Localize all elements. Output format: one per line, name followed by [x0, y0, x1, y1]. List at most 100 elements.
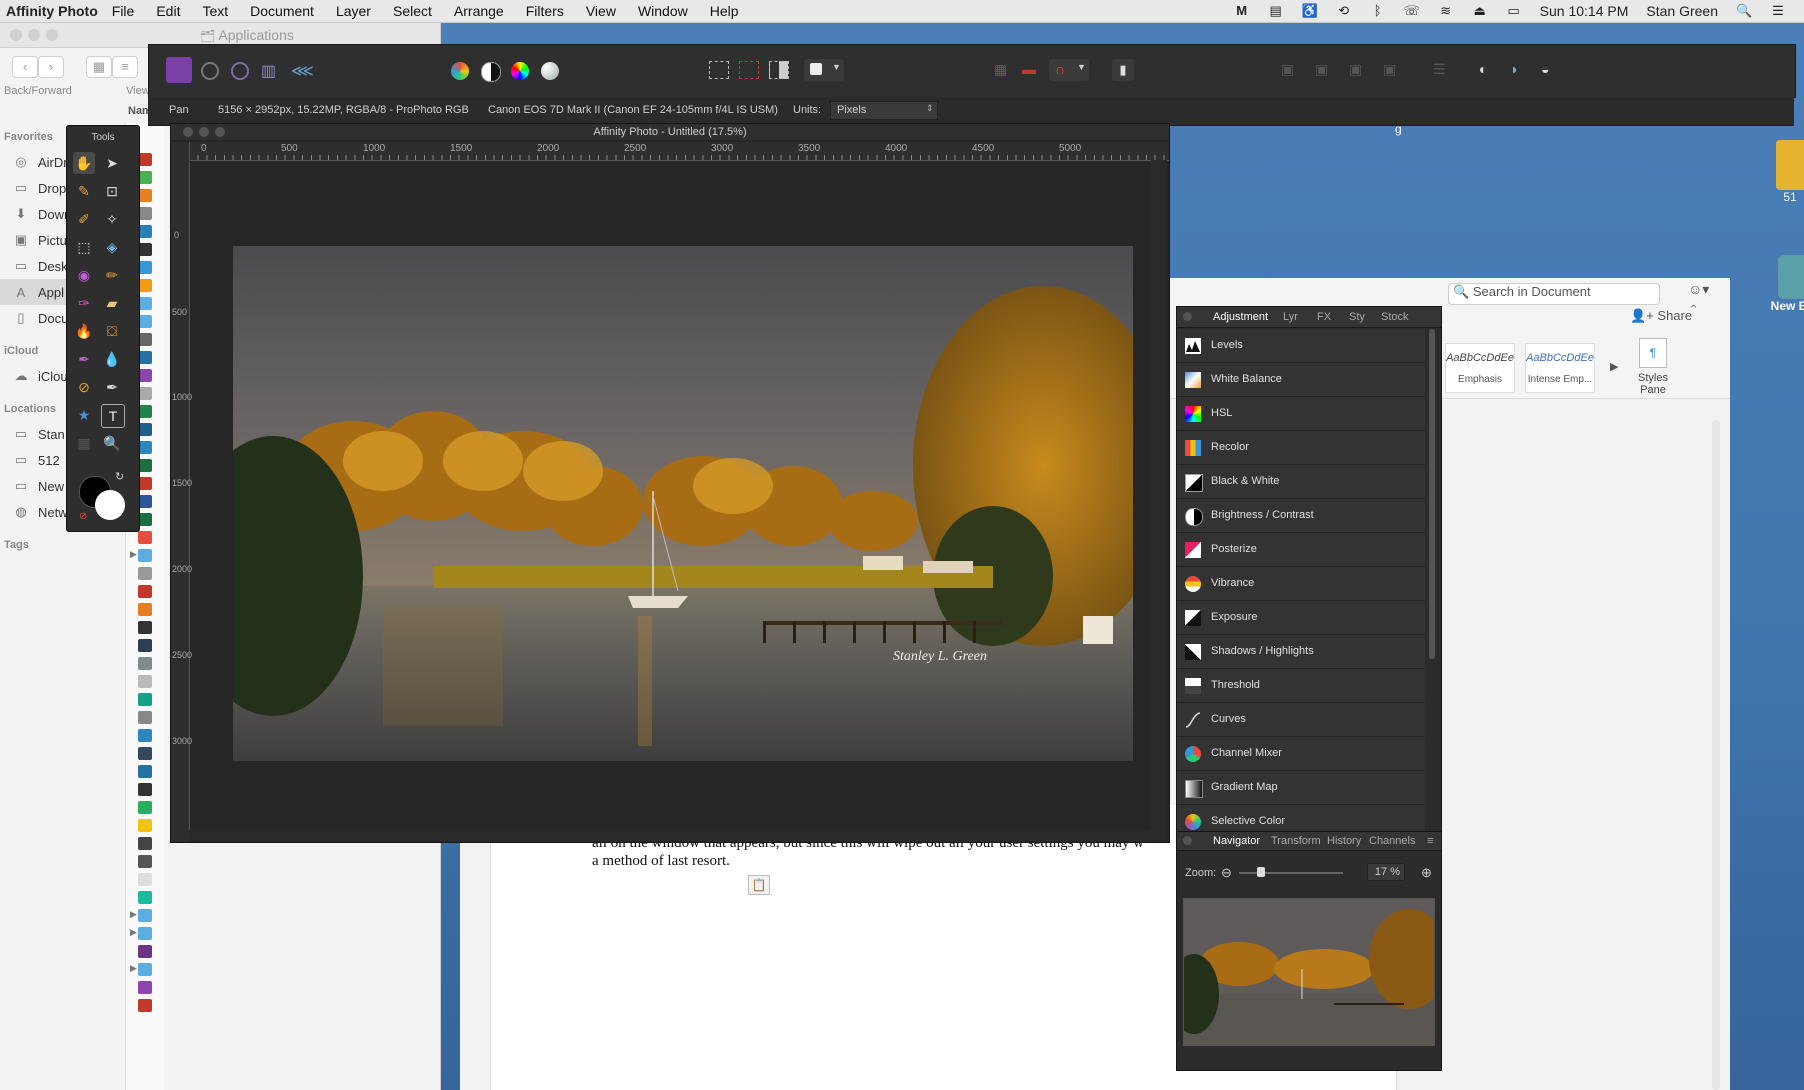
liquify-persona-icon[interactable] — [201, 62, 219, 80]
tab-history[interactable]: History — [1327, 835, 1361, 847]
tab-styles[interactable]: Sty — [1349, 311, 1365, 323]
navigator-preview[interactable] — [1183, 898, 1435, 1046]
adjustment-white-balance[interactable]: White Balance — [1177, 363, 1425, 397]
app-icon[interactable] — [138, 261, 152, 274]
arrange-back-icon[interactable]: ▣ — [1281, 61, 1294, 78]
adjustment-exposure[interactable]: Exposure — [1177, 601, 1425, 635]
mesh-warp-icon[interactable]: ▦ — [73, 432, 95, 454]
excel-icon[interactable] — [138, 459, 152, 472]
quick-mask-dropdown[interactable]: ▼ — [804, 59, 844, 81]
develop-persona-icon[interactable] — [231, 62, 249, 80]
photo-canvas[interactable]: Stanley L. Green — [233, 246, 1133, 761]
folder-icon[interactable] — [138, 927, 152, 940]
spotlight-search-icon[interactable]: 🔍 — [1736, 4, 1752, 18]
zoom-slider-thumb[interactable] — [1257, 867, 1265, 877]
boolean-add-icon[interactable]: ◐ — [1479, 61, 1487, 77]
assistant-icon[interactable]: ▮ — [1112, 59, 1134, 81]
adjustment-posterize[interactable]: Posterize — [1177, 533, 1425, 567]
swap-colors-icon[interactable]: ↻ — [115, 470, 124, 483]
minimize-button[interactable] — [28, 29, 40, 41]
word-icon[interactable] — [138, 495, 152, 508]
menu-layer[interactable]: Layer — [336, 3, 371, 19]
horizontal-scrollbar[interactable] — [189, 830, 1151, 842]
app-menu[interactable]: Affinity Photo — [6, 3, 98, 19]
icon-view-button[interactable]: ▦ — [86, 56, 112, 78]
paint-brush-icon[interactable]: ✏ — [101, 264, 123, 286]
adjustment-black-white[interactable]: Black & White — [1177, 465, 1425, 499]
snapping-bounds-icon[interactable]: ▬ — [1022, 61, 1036, 77]
app-icon[interactable] — [138, 765, 152, 778]
vertical-ruler[interactable]: 0 500 1000 1500 2000 2500 3000 — [171, 142, 192, 842]
app-icon[interactable] — [138, 945, 152, 958]
selection-brush-icon[interactable]: ✐ — [73, 208, 95, 230]
tone-map-persona-icon[interactable]: ▥ — [261, 61, 276, 81]
blur-brush-icon[interactable]: 💧 — [101, 348, 123, 370]
zoom-out-icon[interactable]: ⊖ — [1221, 865, 1232, 881]
smiley-icon[interactable]: ☺▾ — [1688, 281, 1709, 298]
tab-transform[interactable]: Transform — [1271, 835, 1321, 847]
panel-scrollbar[interactable] — [1429, 329, 1435, 659]
pixel-tool-icon[interactable]: ✑ — [73, 292, 95, 314]
color-replacement-icon[interactable]: ◉ — [73, 264, 95, 286]
zoom-button[interactable] — [46, 29, 58, 41]
units-select[interactable]: Pixels ⇕ — [830, 101, 938, 120]
app-icon[interactable] — [138, 891, 152, 904]
vertical-scrollbar[interactable] — [1151, 160, 1167, 840]
pen-tool-icon[interactable]: ✒ — [101, 376, 123, 398]
red-eye-tool-icon[interactable]: ⊘ — [73, 376, 95, 398]
app-icon[interactable] — [138, 405, 152, 418]
styles-scroll-arrow-icon[interactable]: ▶ — [1610, 360, 1618, 373]
menu-select[interactable]: Select — [393, 3, 432, 19]
arrange-front-icon[interactable]: ▣ — [1383, 61, 1396, 78]
app-icon[interactable] — [138, 369, 152, 382]
adjustment-shadows-highlights[interactable]: Shadows / Highlights — [1177, 635, 1425, 669]
menu-help[interactable]: Help — [710, 3, 739, 19]
app-icon[interactable] — [138, 693, 152, 706]
folder-icon[interactable] — [138, 963, 152, 976]
app-icon[interactable] — [138, 981, 152, 994]
arrange-forward-icon[interactable]: ▣ — [1349, 61, 1362, 78]
tab-fx[interactable]: FX — [1317, 311, 1331, 323]
flood-fill-icon[interactable]: ◈ — [101, 236, 123, 258]
marquee-tool-icon[interactable]: ⬚ — [73, 236, 95, 258]
app-icon[interactable] — [138, 603, 152, 616]
text-tool-icon[interactable]: T — [101, 404, 125, 428]
desktop-app-icon[interactable]: New B — [1760, 255, 1804, 313]
select-all-icon[interactable] — [709, 61, 729, 79]
menu-view[interactable]: View — [586, 3, 616, 19]
app-icon[interactable] — [138, 675, 152, 688]
tab-navigator[interactable]: Navigator — [1213, 835, 1260, 847]
zoom-slider[interactable] — [1239, 867, 1343, 877]
app-icon[interactable] — [138, 387, 152, 400]
tab-adjustment[interactable]: Adjustment — [1213, 311, 1268, 323]
photo-persona-button[interactable] — [166, 57, 192, 83]
eject-icon[interactable]: ⏏ — [1472, 4, 1488, 18]
app-icon[interactable] — [138, 801, 152, 814]
close-button[interactable] — [10, 29, 22, 41]
forward-button[interactable]: › — [38, 56, 64, 78]
disclosure-triangle-icon[interactable]: ▶ — [130, 927, 137, 938]
powerpoint-icon[interactable] — [138, 477, 152, 490]
secondary-color-swatch[interactable] — [95, 490, 125, 520]
horizontal-ruler[interactable]: 0 500 1000 1500 2000 2500 3000 3500 4000… — [189, 142, 1169, 161]
burn-tool-icon[interactable]: 🔥 — [73, 320, 95, 342]
snapping-grid-icon[interactable]: ▦ — [994, 61, 1007, 78]
close-panel-icon[interactable] — [1183, 836, 1192, 845]
zoom-button[interactable] — [215, 127, 225, 137]
app-icon[interactable] — [138, 243, 152, 256]
menu-filters[interactable]: Filters — [526, 3, 564, 19]
folder-icon[interactable] — [138, 297, 152, 310]
close-panel-icon[interactable] — [1183, 312, 1192, 321]
hand-tool-icon[interactable]: ✋ — [73, 152, 95, 174]
phone-icon[interactable]: ☏ — [1404, 4, 1420, 18]
arrange-backward-icon[interactable]: ▣ — [1315, 61, 1328, 78]
tab-layers[interactable]: Lyr — [1283, 311, 1298, 323]
folder-icon[interactable] — [138, 909, 152, 922]
crop-tool-icon[interactable]: ⊡ — [101, 180, 123, 202]
adjustment-recolor[interactable]: Recolor — [1177, 431, 1425, 465]
flood-select-icon[interactable]: ✧ — [101, 208, 123, 230]
app-icon[interactable] — [138, 189, 152, 202]
user-menu[interactable]: Stan Green — [1646, 3, 1718, 19]
app-icon[interactable] — [138, 747, 152, 760]
levels-quick-icon[interactable] — [451, 62, 469, 80]
